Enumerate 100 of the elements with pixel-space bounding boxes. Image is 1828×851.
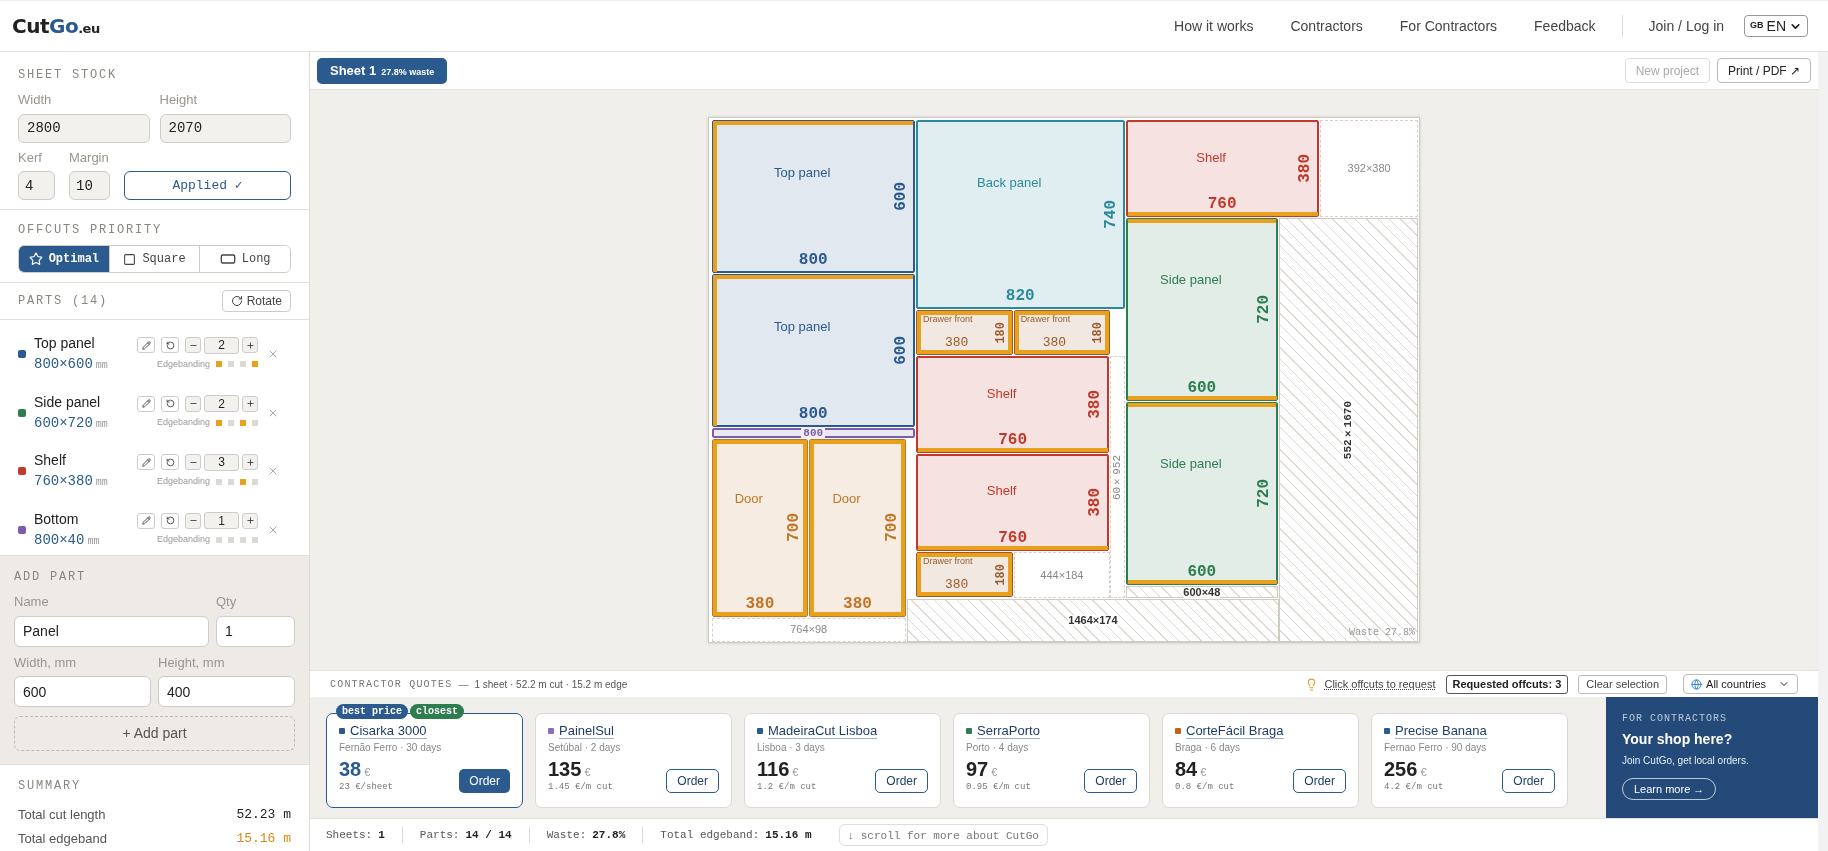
quote-card[interactable]: MadeiraCut Lisboa Lisboa · 3 days 116€ 1.2 €/m cut Order: [744, 713, 941, 808]
cut-piece[interactable]: Shelf 760 380: [916, 453, 1110, 551]
number-field[interactable]: 2070: [159, 113, 291, 143]
contractor-link[interactable]: CorteFácil Braga: [1186, 723, 1284, 739]
edge-toggle[interactable]: [252, 478, 258, 485]
priority-option[interactable]: Optimal: [19, 246, 109, 272]
contractor-link[interactable]: Precise Banana: [1395, 723, 1487, 739]
edge-toggle[interactable]: [240, 361, 246, 368]
quantity-field[interactable]: 1: [216, 615, 295, 647]
scroll-hint[interactable]: ↓ scroll for more about CutGo: [838, 824, 1048, 846]
increase-button[interactable]: [242, 454, 258, 471]
number-field[interactable]: 4: [18, 171, 55, 200]
cut-piece[interactable]: Shelf 760 380: [1125, 120, 1319, 217]
order-button[interactable]: Order: [459, 768, 510, 793]
waste-area[interactable]: 1464×174: [906, 599, 1280, 642]
rotate-part-button[interactable]: [161, 454, 179, 471]
edge-toggle[interactable]: [216, 361, 222, 368]
decrease-button[interactable]: [185, 512, 201, 529]
edge-toggle[interactable]: [216, 478, 222, 485]
cut-piece[interactable]: Side panel 600 720: [1125, 218, 1279, 402]
nav-link[interactable]: How it works: [1174, 15, 1254, 37]
cut-piece[interactable]: 800: [711, 427, 915, 438]
cut-piece[interactable]: Top panel 800 600: [711, 120, 915, 273]
order-button[interactable]: Order: [1084, 768, 1137, 793]
contractor-link[interactable]: SerraPorto: [977, 723, 1040, 739]
quote-card[interactable]: Precise Banana Fernao Ferro · 90 days 256€ 4.2 €/m cut Order: [1371, 713, 1568, 808]
offcut-size: 444×184: [1040, 569, 1084, 581]
quote-card[interactable]: PainelSul Setúbal · 2 days 135€ 1.45 €/m cut Order: [535, 713, 732, 808]
quote-badge: best price: [336, 704, 408, 719]
priority-option[interactable]: Long: [199, 246, 290, 272]
applied-button[interactable]: Applied ✓: [124, 171, 291, 200]
edge-toggle[interactable]: [228, 478, 234, 485]
quantity-field[interactable]: 3: [204, 453, 239, 471]
cut-piece[interactable]: Shelf 760 380: [916, 356, 1110, 453]
edit-button[interactable]: [137, 512, 155, 529]
nav-link[interactable]: Contractors: [1290, 15, 1363, 37]
contractor-link[interactable]: Cisarka 3000: [350, 723, 427, 739]
increase-button[interactable]: [242, 337, 258, 354]
edge-toggle[interactable]: [216, 420, 222, 426]
logo[interactable]: CutGo.eu: [12, 11, 100, 41]
contractor-link[interactable]: PainelSul: [559, 723, 614, 739]
add-part-button[interactable]: + Add part: [14, 716, 295, 751]
rotate-button[interactable]: Rotate: [221, 289, 291, 312]
nav-link[interactable]: For Contractors: [1399, 15, 1498, 37]
offcut-area[interactable]: 764×98: [711, 617, 906, 642]
edge-toggle[interactable]: [228, 420, 234, 426]
edit-button[interactable]: [137, 454, 155, 471]
offcuts-request-link[interactable]: Click offcuts to request: [1324, 675, 1436, 693]
dimension-field[interactable]: 600: [14, 676, 151, 707]
edge-toggle[interactable]: [216, 537, 222, 544]
name-field[interactable]: Panel: [14, 615, 209, 647]
edge-toggle[interactable]: [228, 361, 234, 368]
number-field[interactable]: 2800: [18, 113, 150, 143]
cut-piece[interactable]: Drawer front 380 180: [916, 551, 1013, 598]
order-button[interactable]: Order: [666, 768, 719, 793]
edge-toggle[interactable]: [252, 361, 258, 368]
login-link[interactable]: Join / Log in: [1648, 15, 1725, 37]
cut-piece[interactable]: Side panel 600 720: [1125, 402, 1279, 586]
edge-toggle[interactable]: [240, 537, 246, 544]
offcut-area[interactable]: 444×184: [1013, 551, 1111, 599]
decrease-button[interactable]: [185, 337, 201, 354]
cut-piece[interactable]: Drawer front 380 180: [916, 309, 1013, 356]
rotate-part-button[interactable]: [161, 337, 179, 354]
nav-link[interactable]: Feedback: [1534, 15, 1596, 37]
sheet-tab[interactable]: Sheet 1 27.8% waste: [317, 57, 448, 84]
country-select[interactable]: All countries: [1683, 674, 1798, 694]
language-select[interactable]: GB EN: [1744, 15, 1808, 37]
increase-button[interactable]: [242, 395, 258, 412]
decrease-button[interactable]: [185, 454, 201, 471]
cut-piece[interactable]: Drawer front 380 180: [1013, 309, 1111, 356]
number-field[interactable]: 10: [69, 171, 110, 200]
requested-offcuts-button[interactable]: Requested offcuts: 3: [1445, 674, 1569, 694]
quote-card[interactable]: CorteFácil Braga Braga · 6 days 84€ 0.8 €/m cut Order: [1162, 713, 1359, 808]
offcut-area[interactable]: 60×952: [1110, 356, 1125, 599]
order-button[interactable]: Order: [875, 768, 928, 793]
edit-button[interactable]: [137, 337, 155, 354]
clear-selection-button[interactable]: Clear selection: [1578, 674, 1668, 694]
edge-toggle[interactable]: [240, 478, 246, 485]
quantity-field[interactable]: 1: [204, 512, 239, 530]
toolbar-button[interactable]: Print / PDF ↗: [1717, 58, 1811, 83]
increase-button[interactable]: [242, 512, 258, 529]
quantity-field[interactable]: 2: [204, 395, 239, 413]
cut-piece[interactable]: Top panel 800 600: [711, 273, 915, 427]
rotate-part-button[interactable]: [161, 395, 179, 412]
decrease-button[interactable]: [185, 395, 201, 412]
quantity-field[interactable]: 2: [204, 336, 239, 354]
quote-card[interactable]: SerraPorto Porto · 4 days 97€ 0.95 €/m cut Order: [953, 713, 1150, 808]
edge-toggle[interactable]: [252, 420, 258, 426]
edge-toggle[interactable]: [228, 537, 234, 544]
contractor-link[interactable]: MadeiraCut Lisboa: [768, 723, 878, 739]
waste-area[interactable]: 600×48: [1125, 586, 1279, 599]
rotate-part-button[interactable]: [161, 512, 179, 529]
edge-toggle[interactable]: [252, 537, 258, 544]
edit-button[interactable]: [137, 395, 155, 412]
order-button[interactable]: Order: [1293, 768, 1346, 793]
dimension-field[interactable]: 400: [158, 676, 295, 707]
offcut-area[interactable]: 392×380: [1319, 120, 1419, 217]
edge-toggle[interactable]: [240, 420, 246, 426]
cut-piece[interactable]: Back panel 820 740: [916, 120, 1125, 309]
order-button[interactable]: Order: [1502, 768, 1555, 793]
